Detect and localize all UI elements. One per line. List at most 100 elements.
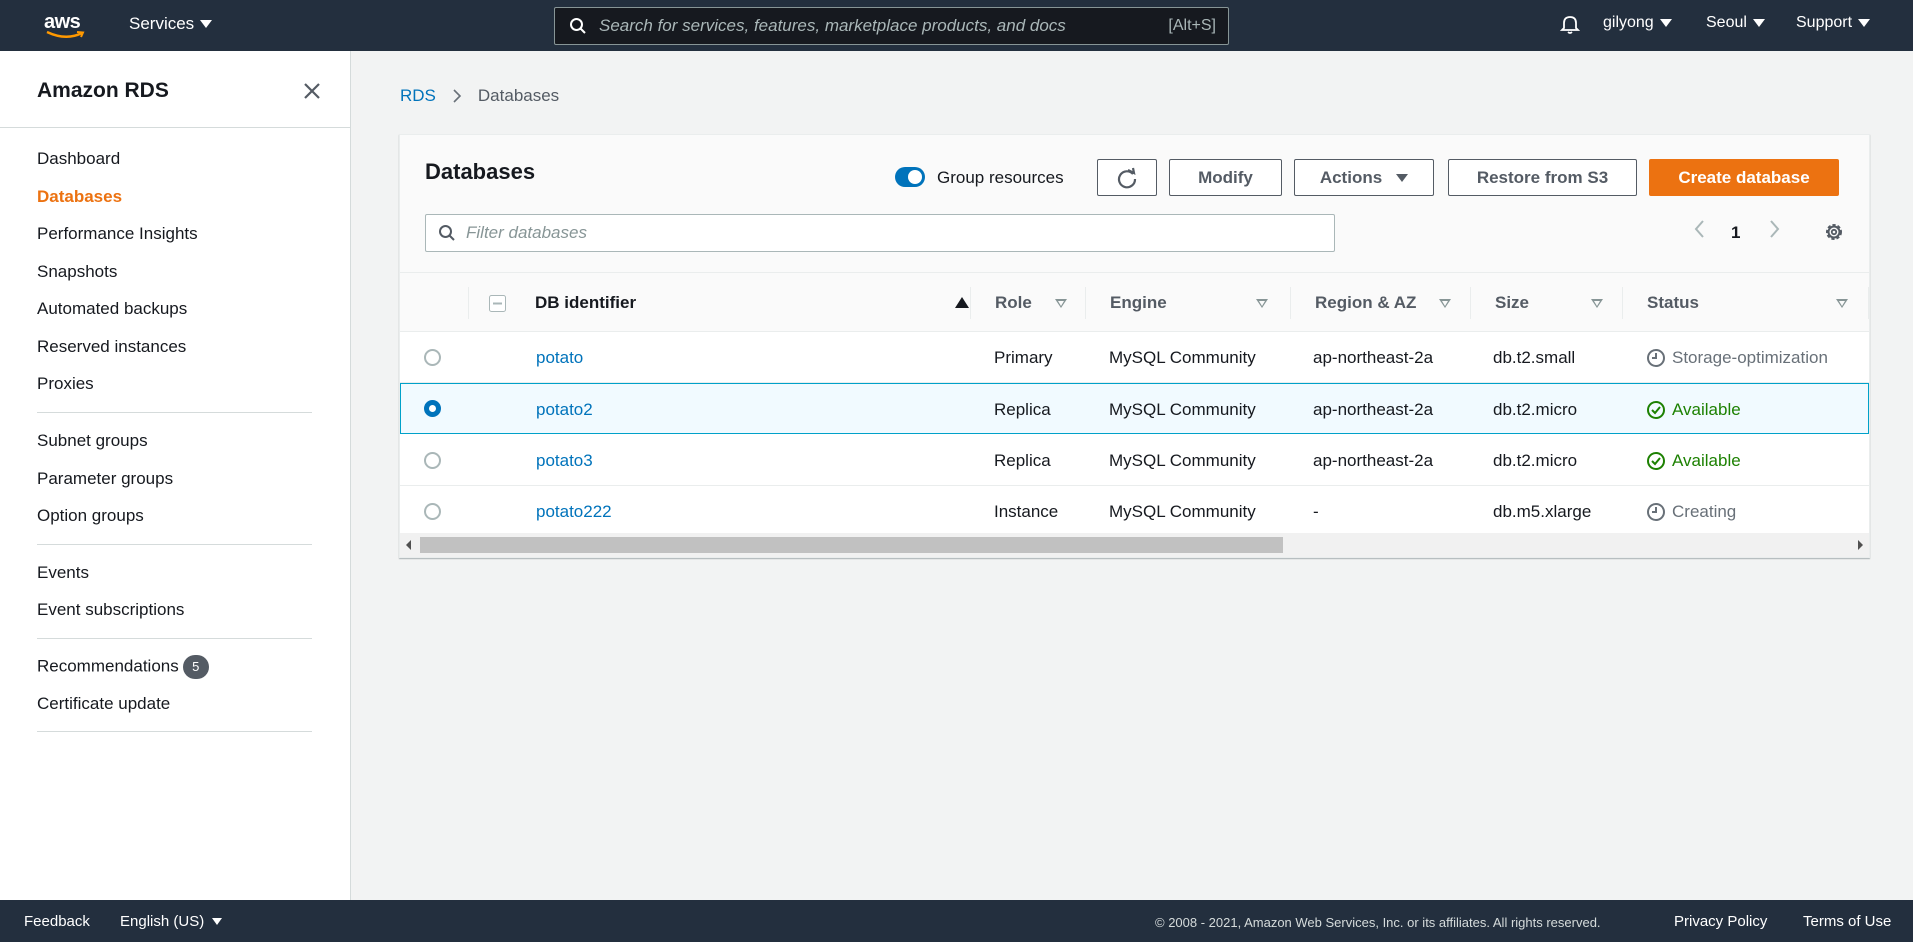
sort-icon [1591,299,1603,308]
table-row[interactable]: potato222 Instance MySQL Community - db.… [400,486,1869,537]
column-label: DB identifier [535,293,637,312]
check-circle-icon [1647,451,1665,470]
status-text: Available [1672,399,1741,419]
sidebar-item-proxies[interactable]: Proxies [37,374,94,394]
aws-logo-text: aws [44,11,81,33]
scroll-left-icon[interactable] [406,540,411,550]
column-header-db-identifier[interactable]: DB identifier [535,273,969,333]
services-menu[interactable]: Services [129,14,213,34]
account-menu[interactable]: gilyong [1603,14,1672,32]
db-identifier-link[interactable]: potato222 [536,486,612,537]
row-select-radio[interactable] [424,349,441,366]
engine-cell: MySQL Community [1109,501,1256,521]
column-divider [1868,287,1869,319]
db-identifier-link[interactable]: potato [536,332,583,383]
row-select-radio[interactable] [424,400,441,417]
sidebar-item-performance-insights[interactable]: Performance Insights [37,224,198,244]
divider [37,544,312,545]
size-cell: db.t2.small [1493,347,1576,367]
support-label: Support [1796,14,1853,31]
column-divider [1622,287,1623,319]
search-icon [570,18,586,34]
sidebar-item-option-groups[interactable]: Option groups [37,506,144,526]
privacy-policy-link[interactable]: Privacy Policy [1674,913,1767,930]
status-cell: Available [1646,384,1741,435]
sidebar-item-dashboard[interactable]: Dashboard [37,149,120,169]
refresh-button[interactable] [1097,159,1157,196]
scrollbar-thumb[interactable] [420,537,1283,553]
recommendations-count-badge: 5 [182,655,209,679]
sidebar-item-subnet-groups[interactable]: Subnet groups [37,431,148,451]
sidebar-item-automated-backups[interactable]: Automated backups [37,299,187,319]
sidebar-item-event-subscriptions[interactable]: Event subscriptions [37,600,184,620]
sort-icon [1836,299,1848,308]
actions-button[interactable]: Actions [1294,159,1434,196]
row-select-radio[interactable] [424,452,441,469]
modify-button[interactable]: Modify [1169,159,1282,196]
sidebar-item-snapshots[interactable]: Snapshots [37,262,117,282]
sidebar-item-parameter-groups[interactable]: Parameter groups [37,469,173,489]
region-cell: ap-northeast-2a [1313,450,1434,470]
table-row[interactable]: potato2 Replica MySQL Community ap-north… [400,383,1869,434]
close-icon[interactable] [302,81,322,101]
column-header-engine[interactable]: Engine [1110,273,1290,333]
column-header-size[interactable]: Size [1495,273,1605,333]
chevron-right-icon [453,89,462,103]
status-text: Creating [1672,501,1737,521]
db-identifier-link[interactable]: potato3 [536,435,593,486]
region-name: Seoul [1706,14,1747,31]
column-header-status[interactable]: Status [1647,273,1848,333]
table-row[interactable]: potato Primary MySQL Community ap-northe… [400,332,1869,383]
table-row[interactable]: potato3 Replica MySQL Community ap-north… [400,435,1869,486]
search-icon [439,225,455,241]
sidebar-item-events[interactable]: Events [37,563,89,583]
actions-label: Actions [1319,167,1383,187]
aws-logo[interactable]: aws [44,12,90,40]
top-navigation: aws Services Search for services, featur… [0,0,1913,51]
size-cell: db.m5.xlarge [1493,501,1592,521]
column-header-region-az[interactable]: Region & AZ [1315,273,1455,333]
support-menu[interactable]: Support [1796,14,1871,32]
select-all-checkbox[interactable] [489,295,506,312]
status-cell: Available [1646,435,1741,486]
global-search[interactable]: Search for services, features, marketpla… [554,7,1229,45]
engine-cell: MySQL Community [1109,450,1256,470]
region-cell: ap-northeast-2a [1313,399,1434,419]
language-selector[interactable]: English (US) [120,913,223,930]
feedback-link[interactable]: Feedback [24,913,90,930]
role-cell: Replica [994,399,1051,419]
current-page-number[interactable]: 1 [1731,223,1740,243]
create-database-button[interactable]: Create database [1649,159,1839,196]
engine-cell: MySQL Community [1109,347,1256,367]
next-page-icon[interactable] [1768,219,1780,239]
group-resources-toggle[interactable] [895,167,925,187]
sidebar-item-reserved-instances[interactable]: Reserved instances [37,337,186,357]
column-label: Status [1647,293,1699,312]
bell-icon [1560,16,1580,34]
breadcrumb-rds-link[interactable]: RDS [400,86,436,106]
db-identifier-link[interactable]: potato2 [536,384,593,435]
column-divider [1085,287,1086,319]
horizontal-scrollbar[interactable] [400,533,1869,557]
check-circle-icon [1647,400,1665,419]
account-name: gilyong [1603,14,1654,31]
column-header-role[interactable]: Role [995,273,1085,333]
filter-databases-input[interactable]: Filter databases [425,214,1335,252]
restore-from-s3-button[interactable]: Restore from S3 [1448,159,1637,196]
caret-down-icon [1752,19,1765,27]
sidebar-item-databases[interactable]: Databases [37,187,122,207]
sidebar-item-certificate-update[interactable]: Certificate update [37,694,170,714]
scroll-right-icon[interactable] [1858,540,1863,550]
page-title: Databases [425,159,536,184]
region-cell: ap-northeast-2a [1313,347,1434,367]
databases-panel: Databases Group resources Modify Actions… [399,134,1870,558]
previous-page-icon[interactable] [1694,219,1706,239]
region-menu[interactable]: Seoul [1706,14,1765,32]
status-text: Storage-optimization [1672,347,1828,367]
divider [0,127,350,128]
terms-of-use-link[interactable]: Terms of Use [1803,913,1891,930]
row-select-radio[interactable] [424,503,441,520]
gear-icon[interactable] [1823,221,1845,243]
notifications-button[interactable] [1560,14,1580,34]
sidebar-item-recommendations[interactable]: Recommendations 5 [37,655,209,679]
